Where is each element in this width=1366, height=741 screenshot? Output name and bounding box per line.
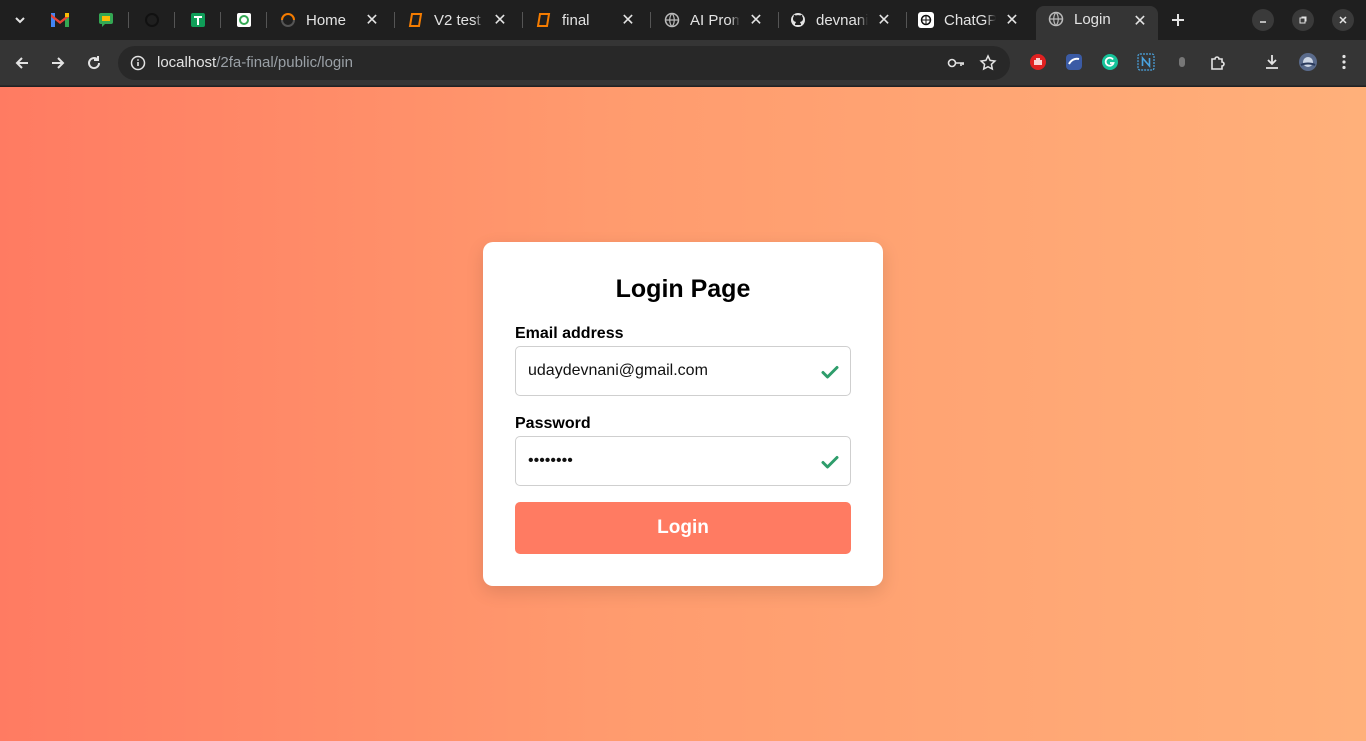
extensions-puzzle-icon[interactable] <box>1208 52 1228 72</box>
back-button[interactable] <box>10 51 34 75</box>
tab-title: AI Promp <box>690 11 740 29</box>
circle-icon <box>145 13 159 27</box>
tab-title: Home <box>306 11 347 29</box>
bookmark-star-icon[interactable] <box>978 53 998 73</box>
restore-icon <box>1299 16 1307 24</box>
sheets-icon <box>191 13 205 27</box>
extension-mouse-icon[interactable] <box>1172 52 1192 72</box>
url-path: /2fa-final/public/login <box>216 54 353 71</box>
tab-title: devnaniu <box>816 11 868 29</box>
browser-toolbar: localhost/2fa-final/public/login <box>0 40 1366 86</box>
email-field-wrapper <box>515 346 851 396</box>
tab-login[interactable]: Login ✕ <box>1036 6 1158 40</box>
tab-v2-test[interactable]: V2 test t ✕ <box>396 6 518 34</box>
login-button[interactable]: Login <box>515 502 851 554</box>
more-menu-icon[interactable] <box>1334 52 1354 72</box>
tab-final[interactable]: final ✕ <box>524 6 646 34</box>
minimize-icon <box>1260 21 1266 23</box>
new-tab-button[interactable] <box>1166 8 1190 32</box>
password-key-icon[interactable] <box>946 53 966 73</box>
app-icon <box>237 13 251 27</box>
close-window-button[interactable] <box>1332 9 1354 31</box>
tab-ai-prompt[interactable]: AI Promp ✕ <box>652 6 774 34</box>
github-icon <box>790 12 806 28</box>
book-icon <box>536 12 552 28</box>
close-icon[interactable]: ✕ <box>490 10 510 30</box>
tab-title: V2 test t <box>434 11 484 29</box>
close-icon <box>1339 16 1347 24</box>
email-field[interactable] <box>528 347 818 395</box>
google-chat-icon <box>99 13 113 27</box>
tab-title: ChatGPT <box>944 11 996 29</box>
tab-home[interactable]: Home ✕ <box>268 6 390 34</box>
close-icon[interactable]: ✕ <box>1002 10 1022 30</box>
pinned-tab-gmail[interactable] <box>45 8 75 32</box>
chatgpt-icon <box>918 12 934 28</box>
email-label: Email address <box>515 325 624 342</box>
tab-search-button[interactable] <box>8 8 32 32</box>
url-host: localhost <box>157 54 217 71</box>
checkmark-icon <box>821 366 839 379</box>
extension-grammarly-icon[interactable] <box>1100 52 1120 72</box>
extension-wave-icon[interactable] <box>1064 52 1084 72</box>
page-title: Login Page <box>615 275 751 303</box>
close-icon[interactable]: ✕ <box>746 10 766 30</box>
tab-title: final <box>562 11 590 29</box>
site-info-icon[interactable] <box>128 53 148 73</box>
tab-strip: Home ✕ V2 test t ✕ final ✕ AI Promp ✕ de… <box>0 0 1366 40</box>
gmail-icon <box>51 13 69 27</box>
plus-icon <box>1172 14 1184 26</box>
pinned-tab-circle[interactable] <box>137 8 167 32</box>
pinned-tab-app[interactable] <box>229 8 259 32</box>
extension-adblock-icon[interactable] <box>1028 52 1048 72</box>
forward-button[interactable] <box>46 51 70 75</box>
profile-avatar-icon[interactable] <box>1298 52 1318 72</box>
restore-button[interactable] <box>1292 9 1314 31</box>
close-icon[interactable]: ✕ <box>618 10 638 30</box>
close-icon[interactable]: ✕ <box>874 10 894 30</box>
chevron-down-icon <box>15 17 25 24</box>
loader-icon <box>280 12 296 28</box>
reload-icon <box>88 56 101 70</box>
close-icon[interactable]: ✕ <box>1130 11 1150 31</box>
url-text[interactable]: localhost/2fa-final/public/login <box>157 54 353 71</box>
arrow-left-icon <box>15 57 28 69</box>
minimize-button[interactable] <box>1252 9 1274 31</box>
pinned-tab-sheets[interactable] <box>183 8 213 32</box>
tab-title: Login <box>1074 11 1111 28</box>
password-field[interactable] <box>528 437 818 485</box>
password-field-wrapper <box>515 436 851 486</box>
reload-button[interactable] <box>82 51 106 75</box>
tab-chatgpt[interactable]: ChatGPT ✕ <box>906 6 1030 34</box>
page-background: Login Page Email address Password Login <box>0 87 1366 741</box>
pinned-tab-chat[interactable] <box>91 8 121 32</box>
book-icon <box>408 12 424 28</box>
globe-icon <box>664 12 680 28</box>
tab-github[interactable]: devnaniu ✕ <box>778 6 902 34</box>
password-label: Password <box>515 415 591 432</box>
close-icon[interactable]: ✕ <box>362 10 382 30</box>
download-icon[interactable] <box>1262 52 1282 72</box>
checkmark-icon <box>821 456 839 469</box>
arrow-right-icon <box>52 57 65 69</box>
address-bar[interactable]: localhost/2fa-final/public/login <box>118 46 1010 80</box>
login-card: Login Page Email address Password Login <box>483 242 883 586</box>
globe-icon <box>1048 11 1064 27</box>
extension-n-icon[interactable] <box>1136 52 1156 72</box>
